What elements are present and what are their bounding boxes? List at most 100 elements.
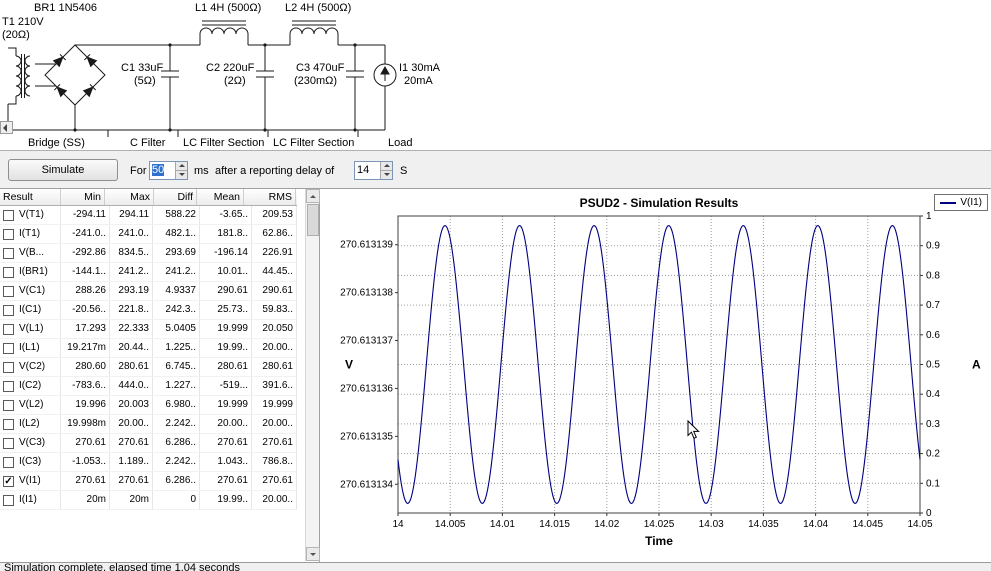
component-label: L2 4H (500Ω): [285, 2, 351, 14]
results-table-body: V(T1)-294.11294.11588.22-3.65..209.53I(T…: [0, 206, 297, 510]
row-checkbox[interactable]: ✓: [3, 476, 14, 487]
row-checkbox[interactable]: [3, 286, 14, 297]
result-rms: 44.45..: [252, 263, 297, 281]
delay-value[interactable]: 14: [357, 164, 369, 176]
result-min: -294.11: [61, 206, 110, 224]
table-row[interactable]: I(C3)-1.053..1.189..2.242..1.043..786.8.…: [0, 453, 297, 472]
row-checkbox[interactable]: [3, 305, 14, 316]
table-row[interactable]: I(BR1)-144.1..241.2..241.2..10.01..44.45…: [0, 263, 297, 282]
result-max: 293.19: [110, 282, 153, 300]
delay-input[interactable]: 14: [354, 161, 393, 180]
result-diff: 6.980..: [153, 396, 200, 414]
y-left-tick-label: 270.613136: [340, 383, 393, 394]
table-row[interactable]: V(C1)288.26293.194.9337290.61290.61: [0, 282, 297, 301]
row-checkbox[interactable]: [3, 400, 14, 411]
result-min: -292.86: [61, 244, 110, 262]
result-name: I(L2): [17, 415, 61, 433]
row-checkbox[interactable]: [3, 324, 14, 335]
result-max: 280.61: [110, 358, 153, 376]
row-checkbox[interactable]: [3, 248, 14, 259]
schematic-scroll-left-button[interactable]: [0, 121, 13, 134]
table-row[interactable]: V(C2)280.60280.616.745..280.61280.61: [0, 358, 297, 377]
x-tick-label: 14.045: [853, 519, 884, 530]
row-checkbox[interactable]: [3, 267, 14, 278]
row-checkbox[interactable]: [3, 343, 14, 354]
result-min: 19.217m: [61, 339, 110, 357]
y-left-tick-label: 270.613135: [340, 431, 393, 442]
column-header-rms[interactable]: RMS: [244, 189, 296, 205]
chart-panel: PSUD2 - Simulation Results V(I1) 1414.00…: [320, 188, 991, 562]
simulation-toolbar: Simulate For 50 ms after a reporting del…: [0, 152, 991, 188]
y-right-tick-label: 0.4: [926, 389, 940, 400]
column-header-min[interactable]: Min: [61, 189, 105, 205]
table-row[interactable]: V(L2)19.99620.0036.980..19.99919.999: [0, 396, 297, 415]
scrollbar-down-icon[interactable]: [306, 547, 320, 561]
delay-spin-down-icon[interactable]: [381, 170, 392, 179]
result-mean: -196.14: [200, 244, 252, 262]
result-diff: 2.242..: [153, 415, 200, 433]
results-table-header: ResultMinMaxDiffMeanRMS: [0, 189, 297, 206]
result-name: I(BR1): [17, 263, 61, 281]
result-name: V(L2): [17, 396, 61, 414]
table-row[interactable]: ✓V(I1)270.61270.616.286..270.61270.61: [0, 472, 297, 491]
checkbox-cell: [0, 396, 17, 414]
x-tick-label: 14.01: [490, 519, 515, 530]
table-row[interactable]: V(T1)-294.11294.11588.22-3.65..209.53: [0, 206, 297, 225]
result-rms: 290.61: [252, 282, 297, 300]
result-diff: 0: [153, 491, 200, 509]
legend-label: V(I1): [960, 197, 982, 208]
table-row[interactable]: V(B...-292.86834.5..293.69-196.14226.91: [0, 244, 297, 263]
result-max: 20.44..: [110, 339, 153, 357]
table-row[interactable]: I(C2)-783.6..444.0..1.227..-519...391.6.…: [0, 377, 297, 396]
table-row[interactable]: I(I1)20m20m019.99..20.00..: [0, 491, 297, 510]
row-checkbox[interactable]: [3, 381, 14, 392]
results-scrollbar[interactable]: [305, 189, 319, 561]
component-label: C1 33uF: [121, 62, 163, 74]
result-name: V(B...: [17, 244, 61, 262]
checkbox-cell: [0, 358, 17, 376]
result-name: V(T1): [17, 206, 61, 224]
simulate-button[interactable]: Simulate: [8, 159, 118, 181]
table-row[interactable]: I(T1)-241.0..241.0..482.1..181.8..62.86.…: [0, 225, 297, 244]
row-checkbox[interactable]: [3, 495, 14, 506]
scrollbar-up-icon[interactable]: [306, 189, 320, 203]
column-header-result[interactable]: Result: [0, 189, 61, 205]
result-diff: 242.3..: [153, 301, 200, 319]
checkbox-cell: [0, 301, 17, 319]
column-header-diff[interactable]: Diff: [154, 189, 197, 205]
result-diff: 6.286..: [153, 434, 200, 452]
table-row[interactable]: V(L1)17.29322.3335.040519.99920.050: [0, 320, 297, 339]
duration-spin-down-icon[interactable]: [176, 170, 187, 179]
row-checkbox[interactable]: [3, 457, 14, 468]
duration-value[interactable]: 50: [152, 164, 164, 176]
column-header-max[interactable]: Max: [105, 189, 154, 205]
table-row[interactable]: I(C1)-20.56..221.8..242.3..25.73..59.83.…: [0, 301, 297, 320]
component-label: (2Ω): [224, 75, 246, 87]
result-max: 834.5..: [110, 244, 153, 262]
component-label: (20Ω): [2, 29, 30, 41]
result-min: -144.1..: [61, 263, 110, 281]
table-row[interactable]: I(L2)19.998m20.00..2.242..20.00..20.00..: [0, 415, 297, 434]
x-tick-label: 14: [392, 519, 404, 530]
row-checkbox[interactable]: [3, 229, 14, 240]
result-name: V(C3): [17, 434, 61, 452]
component-label: (230mΩ): [294, 75, 337, 87]
checkbox-cell: [0, 263, 17, 281]
row-checkbox[interactable]: [3, 419, 14, 430]
duration-input[interactable]: 50: [149, 161, 188, 180]
duration-spin-up-icon[interactable]: [176, 162, 187, 170]
mouse-cursor: [688, 421, 699, 438]
result-diff: 1.227..: [153, 377, 200, 395]
x-tick-label: 14.025: [644, 519, 675, 530]
result-name: I(I1): [17, 491, 61, 509]
table-row[interactable]: V(C3)270.61270.616.286..270.61270.61: [0, 434, 297, 453]
row-checkbox[interactable]: [3, 438, 14, 449]
column-header-mean[interactable]: Mean: [197, 189, 244, 205]
table-row[interactable]: I(L1)19.217m20.44..1.225..19.99..20.00..: [0, 339, 297, 358]
result-max: 241.2..: [110, 263, 153, 281]
delay-spin-up-icon[interactable]: [381, 162, 392, 170]
section-label: Load: [388, 137, 412, 149]
row-checkbox[interactable]: [3, 210, 14, 221]
scrollbar-thumb[interactable]: [307, 204, 319, 236]
row-checkbox[interactable]: [3, 362, 14, 373]
